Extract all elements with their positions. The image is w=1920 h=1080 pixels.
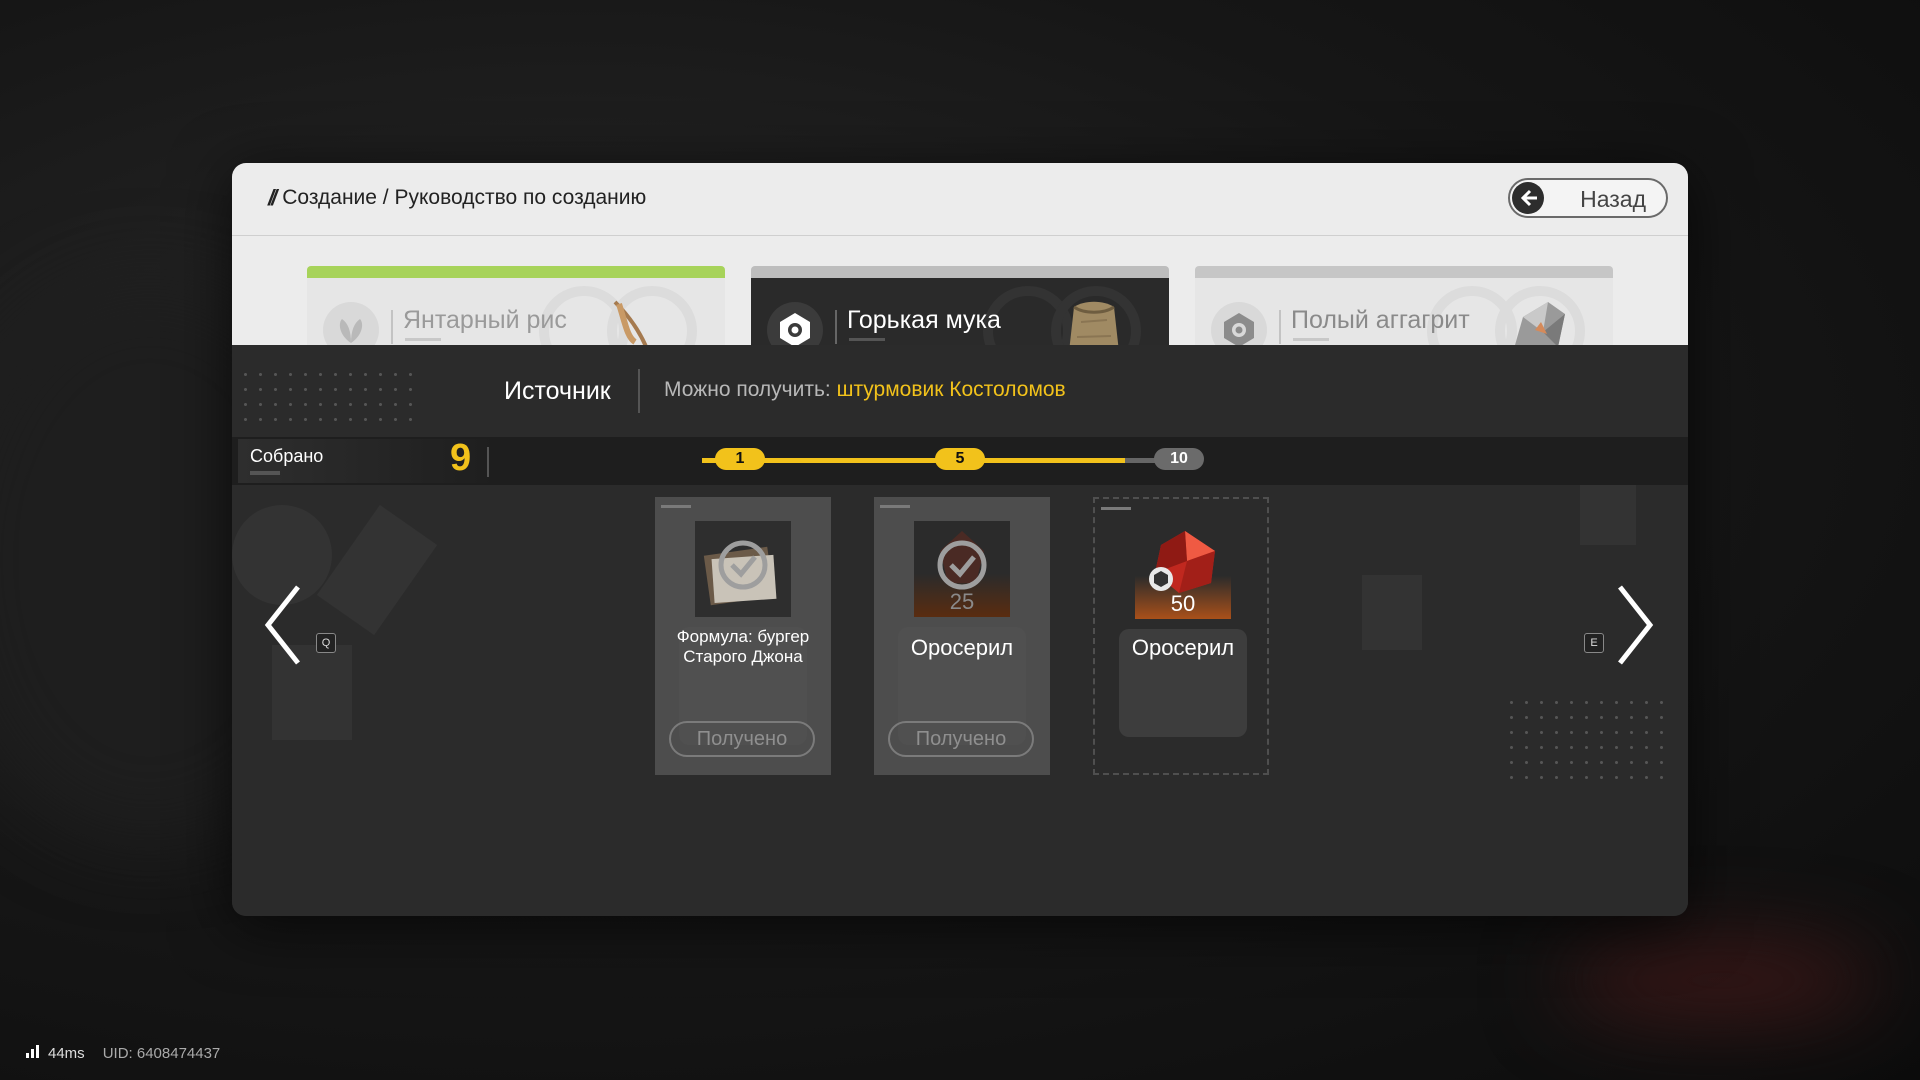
dot-pattern [1504,695,1674,785]
breadcrumb-text: Создание / Руководство по созданию [282,186,647,209]
claimed-button[interactable]: Получено [888,721,1034,757]
tab-sublabel [1293,338,1329,341]
reward-name: Формула: бургер Старого Джона [676,627,810,666]
status-footer: 44ms UID: 6408474437 [26,1045,220,1062]
prev-key-hint: Q [316,633,336,653]
card-tag [1101,507,1131,510]
source-description: Можно получить: штурмовик Костоломов [664,378,1066,402]
dialog-header: // Создание / Руководство по созданию На… [232,163,1688,236]
collected-count: 9 [450,437,472,479]
tab-separator [835,310,837,344]
reward-card-locked: 50 Оросерил [1093,497,1269,775]
collected-sublabel [250,471,280,475]
ingredient-tabs: Янтарный рис Горькая мука Полый аггагрит [232,236,1688,366]
tab-label: Полый аггагрит [1291,306,1470,334]
decor-arrow-up [1362,575,1422,650]
collected-label: Собрано [250,446,324,466]
tab-accent-bar [751,266,1169,278]
crafting-guide-dialog: // Создание / Руководство по созданию На… [232,163,1688,916]
back-arrow-icon [1512,182,1544,214]
tab-sublabel [405,338,441,341]
reward-quantity: 25 [949,589,975,614]
breadcrumb-slash-icon: // [268,185,277,210]
reward-name: Оросерил [910,635,1014,660]
tab-separator [1279,310,1281,344]
tab-separator [391,310,393,344]
rewards-area: Q E Формула: бургер Старого Джона Получе… [232,485,1688,916]
tab-accent-bar [1195,266,1613,278]
source-prefix: Можно получить: [664,378,831,401]
collection-progress: Собрано 9 1 5 10 [232,437,1688,485]
red-gem-icon[interactable]: 50 [1135,523,1231,619]
source-link[interactable]: штурмовик Костоломов [837,378,1066,401]
source-row: Источник Можно получить: штурмовик Косто… [232,345,1688,437]
gem-claimed-icon: 25 [914,521,1010,617]
tab-label: Янтарный рис [403,306,567,334]
next-key-hint: E [1584,633,1604,653]
source-title: Источник [504,377,611,405]
milestone-1: 1 [715,448,765,470]
ping-value: 44ms [48,1045,85,1062]
tab-sublabel [849,338,885,341]
card-tag [880,505,910,508]
dot-pattern [238,367,418,425]
prev-arrow-icon[interactable] [262,585,302,665]
background-blur-red [1560,940,1880,1020]
back-button-label: Назад [1580,186,1646,212]
signal-icon [26,1045,40,1062]
reward-card: Формула: бургер Старого Джона Получено [655,497,831,775]
player-uid: UID: 6408474437 [102,1045,221,1062]
decor-arrow-up [1580,485,1636,545]
next-arrow-icon[interactable] [1616,585,1656,665]
collected-separator [487,447,489,477]
milestone-10: 10 [1154,448,1204,470]
reward-name: Оросерил [1131,635,1235,660]
source-separator [638,369,640,413]
back-button[interactable]: Назад [1508,178,1668,218]
tab-accent-bar [307,266,725,278]
decor-arrow [316,504,438,636]
reward-card: 25 Оросерил Получено [874,497,1050,775]
milestone-5: 5 [935,448,985,470]
tab-label: Горькая мука [847,306,1001,334]
reward-quantity: 50 [1170,591,1196,616]
claimed-button[interactable]: Получено [669,721,815,757]
progress-fill [702,458,1125,463]
recipe-book-icon [695,521,791,617]
breadcrumb: // Создание / Руководство по созданию [268,185,646,211]
card-tag [661,505,691,508]
